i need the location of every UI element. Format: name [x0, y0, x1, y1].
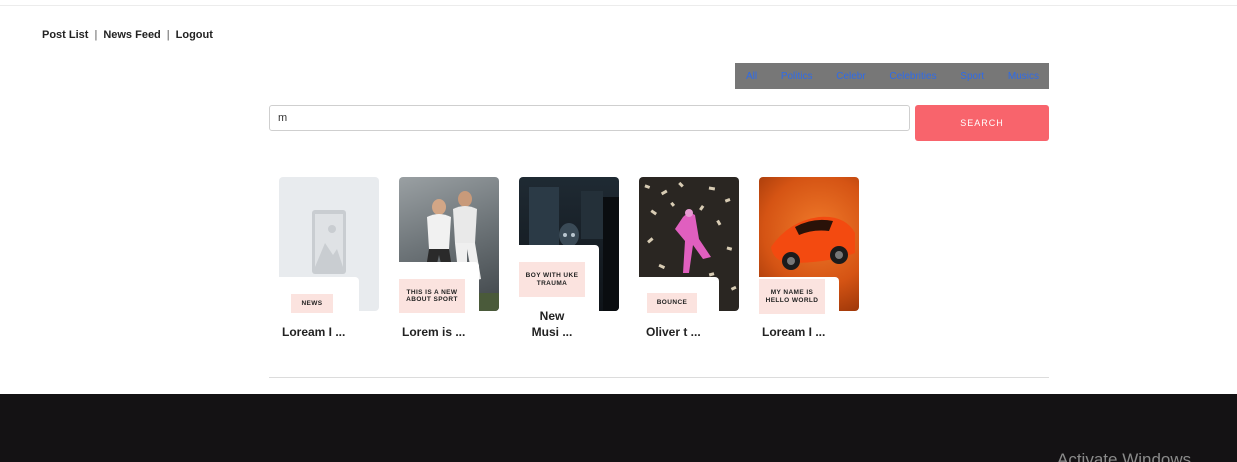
top-border [0, 0, 1237, 6]
post-card[interactable]: NEWS Loream I ... [279, 177, 379, 347]
nav-separator: | [166, 29, 170, 41]
post-title[interactable]: Lorem is ... [402, 325, 482, 339]
category-filter-bar: All Politics Celebr Celebrities Sport Mu… [735, 63, 1049, 89]
category-sport-link[interactable]: Sport [960, 71, 984, 82]
category-musics-link[interactable]: Musics [1008, 71, 1039, 82]
category-celebrities-link[interactable]: Celebrities [889, 71, 936, 82]
category-politics-link[interactable]: Politics [781, 71, 813, 82]
post-card[interactable]: THIS IS A NEW ABOUT SPORT Lorem is ... [399, 177, 499, 347]
content-divider [269, 377, 1049, 378]
search-input[interactable] [269, 105, 910, 131]
post-category-tag: BOUNCE [647, 293, 697, 313]
post-title[interactable]: Loream I ... [762, 325, 842, 339]
category-celebr-link[interactable]: Celebr [836, 71, 865, 82]
nav-news-feed-link[interactable]: News Feed [103, 29, 160, 41]
post-category-tag: NEWS [291, 294, 333, 313]
post-card[interactable]: MY NAME IS HELLO WORLD Loream I ... [759, 177, 859, 347]
windows-activation-watermark: Activate Windows [1057, 450, 1192, 462]
post-category-tag: MY NAME IS HELLO WORLD [759, 279, 825, 314]
nav-separator: | [94, 29, 98, 41]
post-title[interactable]: Loream I ... [282, 325, 362, 339]
nav-post-list-link[interactable]: Post List [42, 29, 88, 41]
category-all-link[interactable]: All [746, 71, 757, 82]
post-category-tag: THIS IS A NEW ABOUT SPORT [399, 279, 465, 313]
post-card[interactable]: BOY WITH UKE TRAUMA New Musi ... [519, 177, 619, 347]
post-category-tag: BOY WITH UKE TRAUMA [519, 262, 585, 297]
top-nav: Post List | News Feed | Logout [42, 29, 213, 41]
search-button[interactable]: SEARCH [915, 105, 1049, 141]
nav-logout-link[interactable]: Logout [176, 29, 213, 41]
page-footer [0, 394, 1237, 462]
post-card[interactable]: BOUNCE Oliver t ... [639, 177, 739, 347]
post-title[interactable]: New Musi ... [525, 308, 579, 340]
post-title[interactable]: Oliver t ... [646, 325, 726, 339]
